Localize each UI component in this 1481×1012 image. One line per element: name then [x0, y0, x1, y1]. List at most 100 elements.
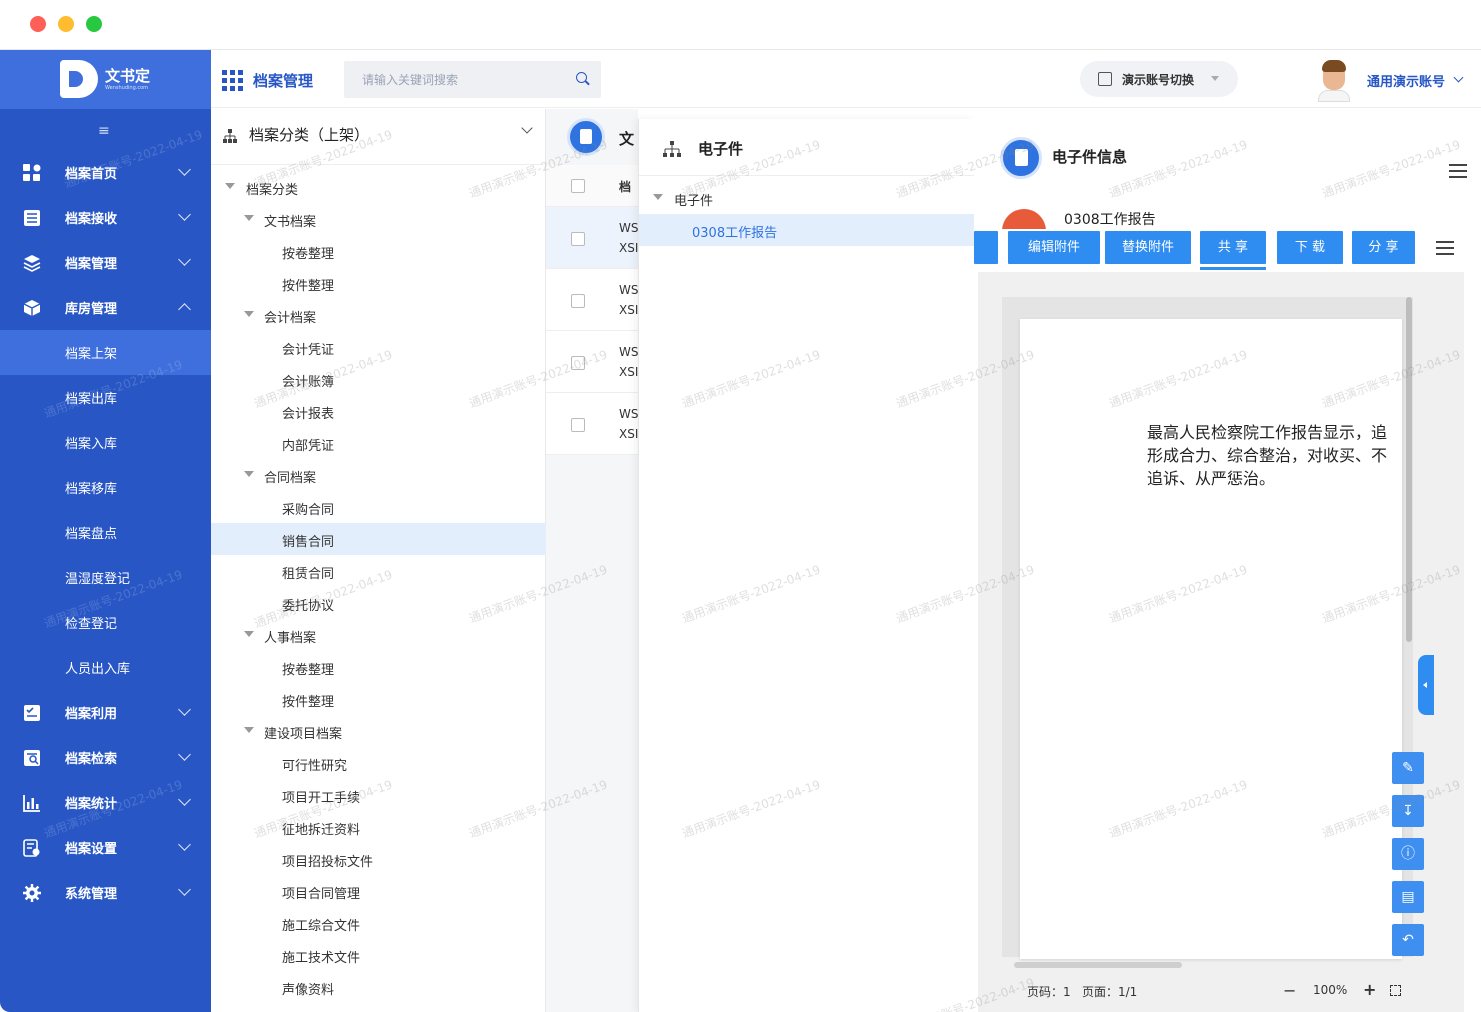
tree-node[interactable]: 项目合同管理 — [211, 875, 546, 907]
table-row[interactable]: WS XSI — [546, 331, 638, 393]
sidebar-item[interactable]: 档案统计 — [0, 780, 211, 825]
apps-grid-icon[interactable] — [222, 70, 243, 91]
tree-node[interactable]: 委托协议 — [211, 587, 546, 619]
expand-arrow-icon[interactable] — [244, 727, 254, 733]
replace-attachment-button[interactable]: 替换附件 — [1105, 231, 1191, 264]
expand-arrow-icon[interactable] — [653, 194, 663, 200]
table-row[interactable]: WS XSI — [546, 393, 638, 455]
menu-list-icon[interactable] — [1436, 241, 1454, 255]
expand-arrow-icon[interactable] — [244, 311, 254, 317]
tree-node[interactable]: 施工技术文件 — [211, 939, 546, 971]
sidebar-subitem[interactable]: 档案移库 — [0, 465, 211, 510]
sidebar-subitem[interactable]: 档案入库 — [0, 420, 211, 465]
close-window-button[interactable] — [30, 16, 46, 32]
sidebar-subitem[interactable]: 检查登记 — [0, 600, 211, 645]
sidebar-item[interactable]: 档案管理 — [0, 240, 211, 285]
account-switch-button[interactable]: 演示账号切换 — [1080, 61, 1238, 97]
tree-node[interactable]: 租赁合同 — [211, 555, 546, 587]
tree-node[interactable]: 档案分类 — [211, 171, 546, 203]
zoom-out-icon[interactable]: − — [1283, 981, 1296, 1000]
tree-node[interactable]: 按件整理 — [211, 683, 546, 715]
side-drawer-handle[interactable] — [1418, 655, 1434, 715]
toolbar-overflow-button[interactable] — [974, 231, 998, 264]
document-page: 最高人民检察院工作报告显示，追 形成合力、综合整治，对收买、不 追诉、从严惩治。 — [1020, 319, 1402, 959]
row-checkbox[interactable] — [571, 356, 585, 370]
sidebar-item[interactable]: 库房管理 — [0, 285, 211, 330]
undo-icon[interactable]: ↶ — [1392, 924, 1424, 956]
vertical-scrollbar[interactable] — [1406, 297, 1412, 642]
expand-arrow-icon[interactable] — [244, 215, 254, 221]
sidebar-item[interactable]: 档案利用 — [0, 690, 211, 735]
tree-node[interactable]: 内部凭证 — [211, 427, 546, 459]
sidebar-item[interactable]: 档案首页 — [0, 150, 211, 195]
edit-icon[interactable]: ✎ — [1392, 752, 1424, 784]
tree-node[interactable]: 会计凭证 — [211, 331, 546, 363]
tree-node[interactable]: 人事档案 — [211, 619, 546, 651]
tree-node[interactable]: 按卷整理 — [211, 651, 546, 683]
efile-root-node[interactable]: 电子件 — [639, 182, 975, 214]
download-button[interactable]: 下 载 — [1277, 231, 1343, 264]
expand-arrow-icon[interactable] — [244, 631, 254, 637]
chevron-up-icon — [178, 303, 191, 316]
select-all-checkbox[interactable] — [571, 179, 585, 193]
file-tab-label[interactable]: 0308工作报告 — [1064, 209, 1156, 229]
tree-node[interactable]: 文书档案 — [211, 203, 546, 235]
tree-node[interactable]: 建设项目档案 — [211, 715, 546, 747]
tree-node[interactable]: 可行性研究 — [211, 747, 546, 779]
tree-node[interactable]: 会计档案 — [211, 299, 546, 331]
chevron-down-icon[interactable] — [1453, 72, 1464, 83]
file-table: 档 WS XSI WS XSI WS XSI WS XSI — [546, 165, 638, 455]
tree-node[interactable]: 采购合同 — [211, 491, 546, 523]
expand-arrow-icon[interactable] — [244, 471, 254, 477]
avatar[interactable] — [1318, 58, 1350, 102]
tree-node-label: 按卷整理 — [282, 247, 335, 262]
zoom-in-icon[interactable]: + — [1363, 980, 1376, 999]
tree-node[interactable]: 销售合同 — [211, 523, 546, 555]
sidebar-subitem[interactable]: 档案上架 — [0, 330, 211, 375]
row-checkbox[interactable] — [571, 294, 585, 308]
sidebar-subitem[interactable]: 温湿度登记 — [0, 555, 211, 600]
sidebar-item[interactable]: 档案接收 — [0, 195, 211, 240]
minimize-window-button[interactable] — [58, 16, 74, 32]
info-icon[interactable]: ⓘ — [1392, 838, 1424, 870]
share-button[interactable]: 分 享 — [1352, 231, 1415, 264]
sidebar-subitem[interactable]: 档案盘点 — [0, 510, 211, 555]
search-input[interactable] — [344, 61, 564, 98]
tree-node[interactable]: 施工综合文件 — [211, 907, 546, 939]
edit-attachment-button[interactable]: 编辑附件 — [1008, 231, 1100, 264]
efile-node-selected[interactable]: 0308工作报告 — [639, 214, 975, 246]
tree-node[interactable]: 征地拆迁资料 — [211, 811, 546, 843]
table-row[interactable]: WS XSI — [546, 269, 638, 331]
tree-node[interactable]: 会计账簿 — [211, 363, 546, 395]
share-tab-button[interactable]: 共 享 — [1200, 231, 1266, 264]
fit-screen-icon[interactable] — [1390, 985, 1401, 996]
expand-arrow-icon[interactable] — [225, 183, 235, 189]
tree-node[interactable]: 会计报表 — [211, 395, 546, 427]
sidebar-item[interactable]: 系统管理 — [0, 870, 211, 915]
menu-fold-icon[interactable]: ≡ — [98, 123, 110, 139]
sidebar-subitem[interactable]: 人员出入库 — [0, 645, 211, 690]
tree-node[interactable]: 按卷整理 — [211, 235, 546, 267]
horizontal-scrollbar[interactable] — [1014, 962, 1182, 968]
search-icon[interactable] — [576, 72, 587, 83]
maximize-window-button[interactable] — [86, 16, 102, 32]
table-row[interactable]: WS XSI — [546, 207, 638, 269]
note-icon[interactable]: ▤ — [1392, 881, 1424, 913]
menu-list-icon[interactable] — [1449, 164, 1467, 178]
tree-node[interactable]: 项目招投标文件 — [211, 843, 546, 875]
tree-node-label: 项目招投标文件 — [282, 855, 374, 870]
sidebar-item[interactable]: 档案设置 — [0, 825, 211, 870]
row-checkbox[interactable] — [571, 418, 585, 432]
tree-node[interactable]: 声像资料 — [211, 971, 546, 1003]
download-icon[interactable]: ↧ — [1392, 795, 1424, 827]
sidebar-subitem[interactable]: 档案出库 — [0, 375, 211, 420]
tree-node[interactable]: 合同档案 — [211, 459, 546, 491]
tree-node[interactable]: 按件整理 — [211, 267, 546, 299]
sidebar-item[interactable]: 档案检索 — [0, 735, 211, 780]
category-tree-panel: 档案分类（上架） 档案分类 文书档案 按卷整理 按件整理 会计档案 会计凭证 会计账簿 会计报… — [211, 109, 546, 1012]
brand-logo[interactable]: 文书定 Wenshuding.com — [0, 50, 211, 109]
user-name[interactable]: 通用演示账号 — [1367, 71, 1445, 90]
row-checkbox[interactable] — [571, 232, 585, 246]
tree-node[interactable]: 项目开工手续 — [211, 779, 546, 811]
category-tree-header[interactable]: 档案分类（上架） — [211, 109, 546, 165]
